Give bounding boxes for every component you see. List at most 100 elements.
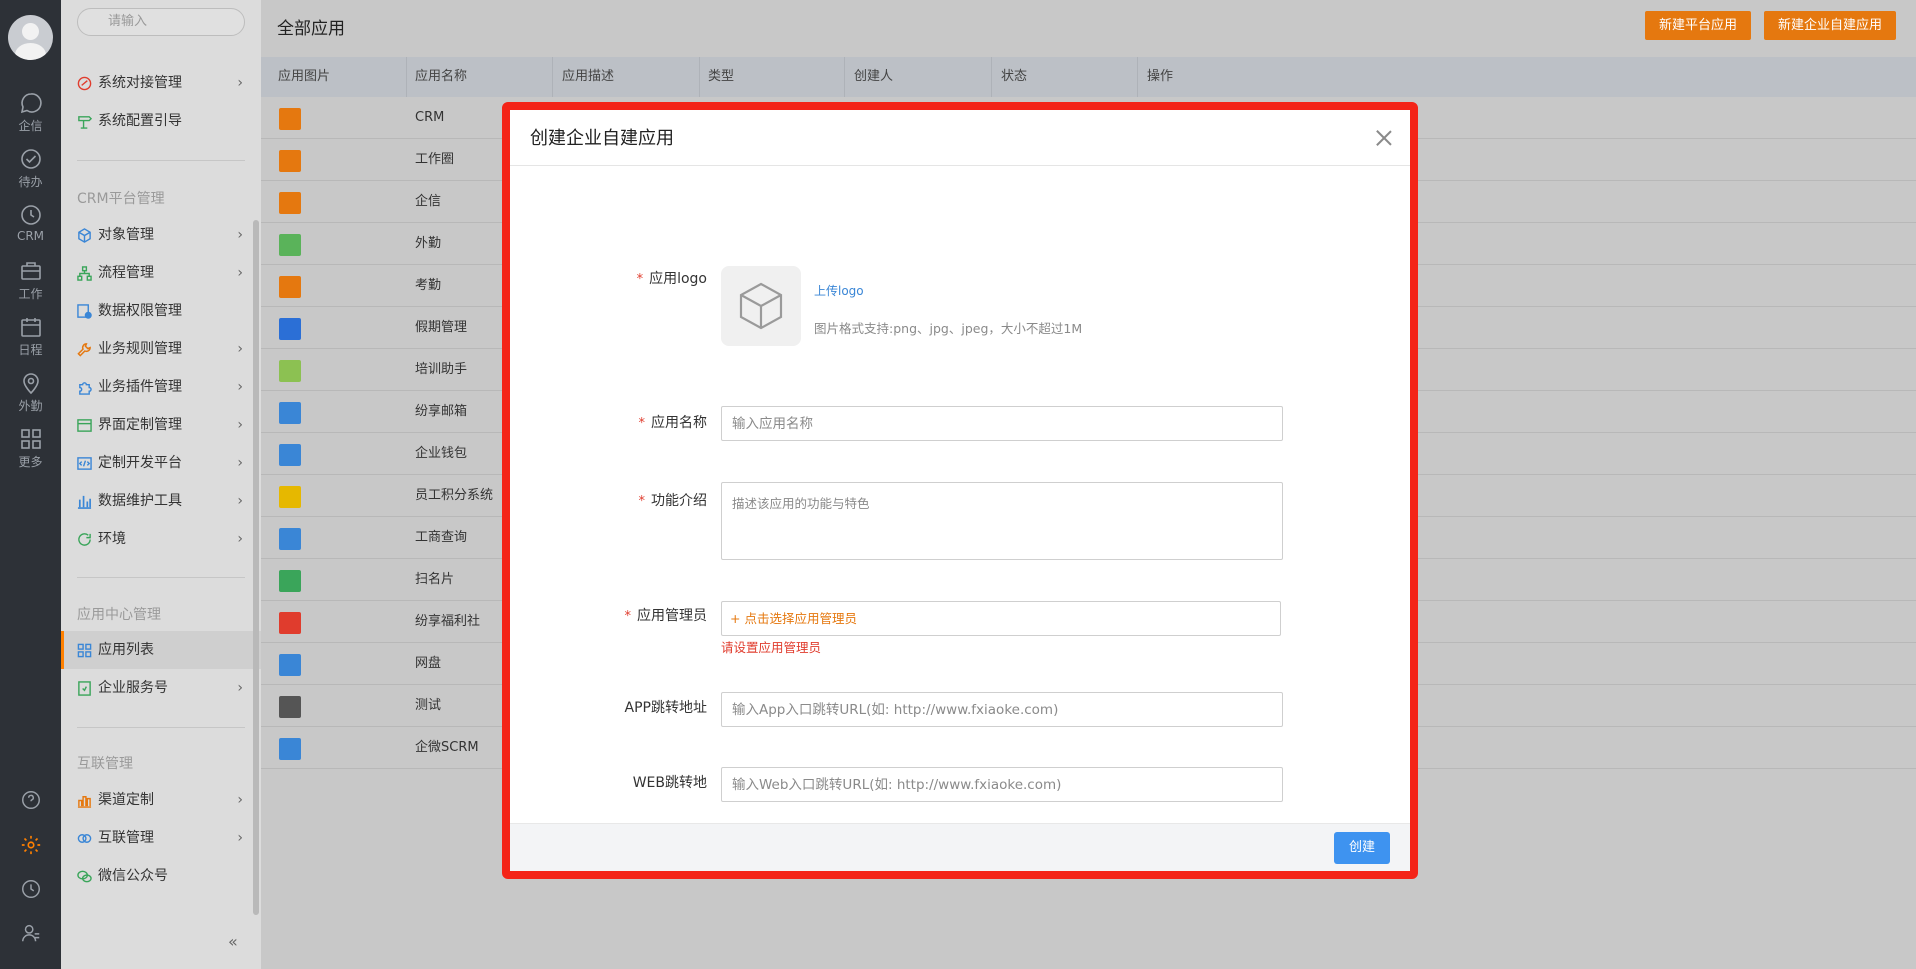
column-header: 状态 [1001,69,1028,84]
help-icon [21,791,40,809]
sidebar-item-data-permission[interactable]: 数据权限管理 [61,292,261,330]
signpost-icon [78,116,92,129]
rail-history[interactable] [0,878,61,902]
sidebar-item-label: 微信公众号 [98,868,168,884]
app-icon [279,654,301,676]
sidebar-item-interconnect-mgmt[interactable]: 互联管理 › [61,819,261,857]
chevron-right-icon: › [237,792,243,808]
gear-icon [21,835,40,855]
app-name: 工作圈 [415,152,455,167]
grid-icon [20,429,41,449]
link-icon [77,76,92,91]
rail-item-crm[interactable]: CRM [0,203,61,243]
app-icon [279,696,301,718]
app-icon [279,234,301,256]
logo-upload-box[interactable] [721,266,801,346]
app-name: 员工积分系统 [415,488,494,503]
rail-item-work[interactable]: 工作 [0,259,61,302]
app-icon [279,150,301,172]
sidebar-item-label: 互联管理 [98,830,154,846]
app-name: 纷享福利社 [415,614,481,629]
sidebar-item-label: 定制开发平台 [98,455,182,471]
wechat-icon [77,870,92,883]
admin-label: * 应用管理员 [625,605,708,625]
sidebar-divider [77,160,245,161]
sidebar-item-business-rules[interactable]: 业务规则管理 › [61,330,261,368]
rail-help[interactable] [0,789,61,813]
column-header: 应用描述 [562,69,615,84]
app-name: 企业钱包 [415,446,468,461]
column-header: 应用名称 [415,69,468,84]
clock-history-icon [21,880,40,898]
sidebar-item-system-integration[interactable]: 系统对接管理 › [61,64,261,102]
sidebar-item-config-guide[interactable]: 系统配置引导 [61,102,261,140]
sidebar-item-app-list[interactable]: 应用列表 [61,631,261,669]
logo-label: * 应用logo [637,268,707,288]
rail-settings[interactable] [0,834,61,858]
app-icon [279,192,301,214]
rail-user-admin[interactable] [0,922,61,946]
upload-logo-link[interactable]: 上传logo [814,282,864,299]
sidebar-item-wechat-official[interactable]: 微信公众号 [61,857,261,895]
logo-format-hint: 图片格式支持:png、jpg、jpeg，大小不超过1M [814,321,1083,336]
cube-placeholder-icon [739,282,783,330]
desc-label-text: 功能介绍 [651,493,707,509]
sidebar-item-label: 应用列表 [98,642,154,658]
chevron-right-icon: › [237,379,243,395]
dialog-footer: 创建 [510,823,1410,871]
channel-icon [77,796,92,808]
column-header: 类型 [708,69,735,84]
create-button[interactable]: 创建 [1334,832,1390,864]
name-label-text: 应用名称 [651,415,707,431]
rail-item-field[interactable]: 外勤 [0,371,61,414]
chevron-right-icon: › [237,417,243,433]
refresh-icon [78,533,91,546]
app-icon [279,360,301,382]
rail-item-todo[interactable]: 待办 [0,147,61,190]
column-separator [552,57,553,97]
select-admin-button[interactable]: + 点击选择应用管理员 [721,601,1281,636]
rail-item-schedule[interactable]: 日程 [0,315,61,358]
sidebar-search-input[interactable]: 请输入 [77,8,245,36]
app-url-input[interactable] [721,692,1283,727]
sidebar-scrollbar[interactable] [253,220,259,915]
app-name: 外勤 [415,236,442,251]
bar-chart-icon [77,495,92,509]
app-description-textarea[interactable] [721,482,1283,560]
sidebar-item-flow-mgmt[interactable]: 流程管理 › [61,254,261,292]
column-header: 操作 [1147,69,1174,84]
chevron-right-icon: › [237,75,243,91]
app-name-input[interactable] [721,406,1283,441]
sidebar-item-service-account[interactable]: 企业服务号 › [61,669,261,707]
chevron-right-icon: › [237,265,243,281]
web-url-label: WEB跳转地 [632,775,707,791]
sidebar-item-ui-customization[interactable]: 界面定制管理 › [61,406,261,444]
section-title-interconnect: 互联管理 [77,756,133,772]
rail-label: 外勤 [18,399,43,413]
rail-item-more[interactable]: 更多 [0,427,61,470]
sidebar-item-business-plugins[interactable]: 业务插件管理 › [61,368,261,406]
new-enterprise-app-button[interactable]: 新建企业自建应用 [1764,11,1897,40]
sidebar-item-channel[interactable]: 渠道定制 › [61,781,261,819]
dialog-title: 创建企业自建应用 [530,128,674,149]
sidebar-divider [77,577,245,578]
web-url-input[interactable] [721,767,1283,802]
user-avatar[interactable] [8,15,53,60]
rail-item-messages[interactable]: 企信 [0,91,61,134]
sidebar-item-data-tools[interactable]: 数据维护工具 › [61,482,261,520]
sidebar-item-environment[interactable]: 环境 › [61,520,261,558]
sidebar-item-dev-platform[interactable]: 定制开发平台 › [61,444,261,482]
column-separator [991,57,992,97]
chevron-right-icon: › [237,830,243,846]
collapse-sidebar-icon[interactable]: « [228,932,238,951]
close-icon[interactable] [1372,126,1396,150]
app-name: 网盘 [415,656,442,671]
rail-label: 待办 [18,175,43,189]
sidebar-item-object-mgmt[interactable]: 对象管理 › [61,216,261,254]
sidebar: 请输入 系统对接管理 › 系统配置引导 CRM平台管理 对象管理 › 流程管理 … [61,0,261,969]
service-icon [78,681,91,696]
sidebar-divider [77,727,245,728]
new-platform-app-button[interactable]: 新建平台应用 [1645,11,1752,40]
chevron-right-icon: › [237,341,243,357]
rail-label: 企信 [18,119,43,133]
